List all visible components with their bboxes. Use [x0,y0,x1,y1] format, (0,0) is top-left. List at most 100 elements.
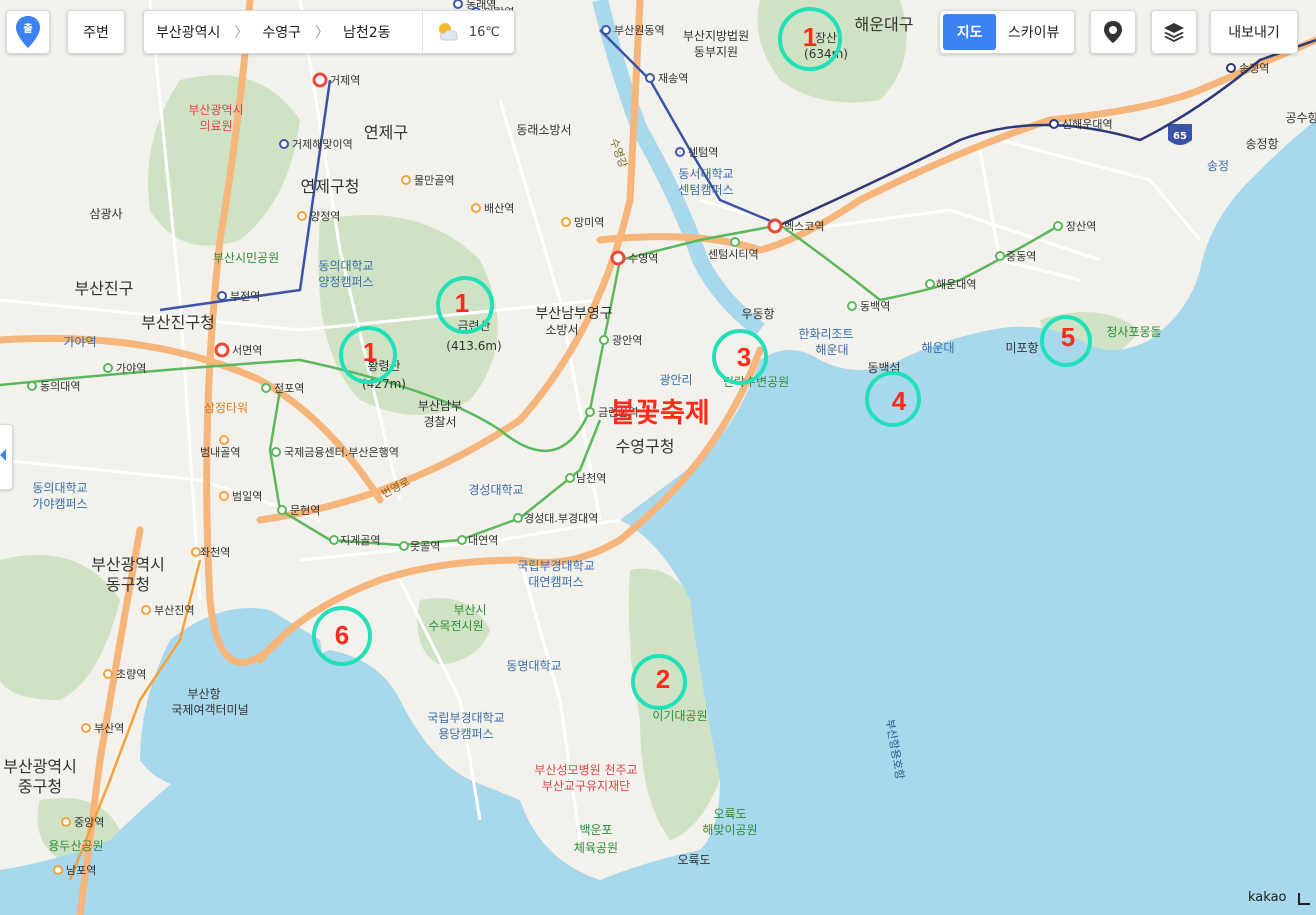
poi-label: 동의대학교 [32,481,87,495]
kakaomap-logo-button[interactable]: 출 [6,10,50,54]
poi-label: 백운포 [579,823,612,837]
district-label: 해운대구 [855,15,914,34]
station: 경성대.부경대역 [513,512,598,525]
copyright-text: kakao [1248,890,1287,905]
map-type-switch: 지도 스카이뷰 [939,10,1075,54]
chevron-right-icon: 〉 [234,25,249,41]
breadcrumb-district[interactable]: 수영구 [262,22,301,42]
station: 서면역 [214,342,262,358]
poi-label: 경찰서 [423,415,456,429]
poi-label: 체육공원 [574,841,618,855]
svg-text:부산진역: 부산진역 [154,604,194,617]
export-label: 내보내기 [1228,25,1280,41]
elevation-label: (413.6m) [446,339,501,353]
district-label: 연제구청 [301,177,360,196]
highway-65-shield: 65 [1168,124,1192,145]
tab-map[interactable]: 지도 [943,14,997,50]
poi-label: 가야역 [63,335,96,349]
tab-skyview[interactable]: 스카이뷰 [996,14,1071,50]
svg-text:범내골역: 범내골역 [200,446,240,459]
marker-number: 1 [803,22,817,52]
roadview-button[interactable] [1090,10,1136,54]
marker-number: 3 [737,342,751,372]
svg-text:센텀역: 센텀역 [688,146,718,159]
district-label: 부산광역시 [91,555,165,574]
poi-label: 센텀캠퍼스 [678,183,733,197]
station: 벡스코역 [767,218,824,234]
temperature-label: 16℃ [468,24,500,40]
poi-label: 송정 [1207,159,1229,173]
poi-label: 해운대 [815,343,848,357]
svg-text:문현역: 문현역 [290,504,320,517]
svg-text:송정역: 송정역 [1239,62,1269,75]
district-label: 부산광역시 [3,757,77,776]
chevron-right-icon: 〉 [315,25,330,41]
district-label: 동구청 [106,575,150,594]
poi-label: 광안리 [659,373,692,387]
svg-text:해운대역: 해운대역 [936,277,976,291]
svg-text:수영역: 수영역 [628,252,658,265]
poi-label: 미포항 [1005,341,1038,355]
marker-number: 1 [363,337,377,367]
poi-label: 부산시 [453,603,486,617]
station: 수영역 [610,250,658,266]
location-pin-icon [1104,21,1122,43]
district-label: 부산진구 [75,279,134,298]
nearby-button[interactable]: 주변 [67,10,125,54]
svg-text:남천역: 남천역 [576,471,606,485]
station: 거제역 [312,72,360,88]
svg-text:양정역: 양정역 [310,210,340,223]
poi-label: 수목전시원 [428,619,483,633]
poi-label: 공수항 [1285,111,1316,125]
poi-label: 청사포몽돌 [1106,325,1161,339]
poi-label: 동래소방서 [516,123,571,137]
logo-label: 출 [23,22,32,35]
marker-number: 6 [335,620,349,650]
svg-text:광안역: 광안역 [612,334,642,347]
poi-label: 경성대학교 [468,483,523,497]
svg-text:동백역: 동백역 [860,300,890,313]
chevron-left-icon [0,449,6,461]
elevation-label: 장산 [815,31,837,45]
svg-text:배산역: 배산역 [484,202,514,215]
poi-label: 양정캠퍼스 [318,275,373,289]
svg-text:65: 65 [1173,131,1187,142]
poi-label: 동의대학교 [318,259,373,273]
poi-label: 국립부경대학교 [427,711,504,725]
poi-label: 의료원 [199,119,232,133]
poi-label: 해맞이공원 [702,823,757,837]
svg-text:벡스코역: 벡스코역 [784,220,824,233]
svg-text:지게골역: 지게골역 [340,534,380,547]
weather-widget[interactable]: 16℃ [421,10,514,54]
poi-label: 부산교구유지재단 [542,779,630,793]
poi-label: 삼정타워 [204,401,248,415]
district-label: 수영구청 [616,437,675,456]
poi-label: 가야캠퍼스 [32,497,87,511]
svg-text:센텀시티역: 센텀시티역 [708,248,759,261]
district-label: 부산진구청 [141,313,215,332]
svg-text:재송역: 재송역 [658,72,688,85]
svg-text:물만골역: 물만골역 [414,174,454,187]
poi-label: 삼광사 [89,207,122,221]
district-label: 중구청 [18,777,62,796]
weather-cloud-sun-icon [438,23,458,41]
panel-toggle-button[interactable] [0,424,13,490]
station: 국제금융센터.부산은행역 [271,446,399,459]
poi-label: 부산광역시 [188,103,243,117]
poi-label: 동명대학교 [506,659,561,673]
svg-text:신해운대역: 신해운대역 [1062,117,1113,131]
svg-text:범일역: 범일역 [232,489,262,503]
layers-button[interactable] [1151,10,1197,54]
map-canvas[interactable]: 65 해운대구 연제구 연제구청 부산진구 부산진구청 부산남부영구 수영구청 … [0,0,1316,915]
breadcrumb-city[interactable]: 부산광역시 [156,22,220,42]
svg-text:못골역: 못골역 [410,540,440,553]
breadcrumb-dong[interactable]: 남천2동 [343,22,391,42]
poi-label: 부산남부 [418,399,462,413]
poi-label: 부산성모병원 천주교 [534,762,637,777]
poi-label: 국립부경대학교 [517,559,594,573]
poi-label: 해운대 [921,341,954,355]
svg-text:경성대.부경대역: 경성대.부경대역 [524,512,598,525]
export-button[interactable]: 내보내기 [1210,10,1298,54]
svg-text:부산원동역: 부산원동역 [614,24,665,37]
poi-label: 동서대학교 [678,167,733,181]
